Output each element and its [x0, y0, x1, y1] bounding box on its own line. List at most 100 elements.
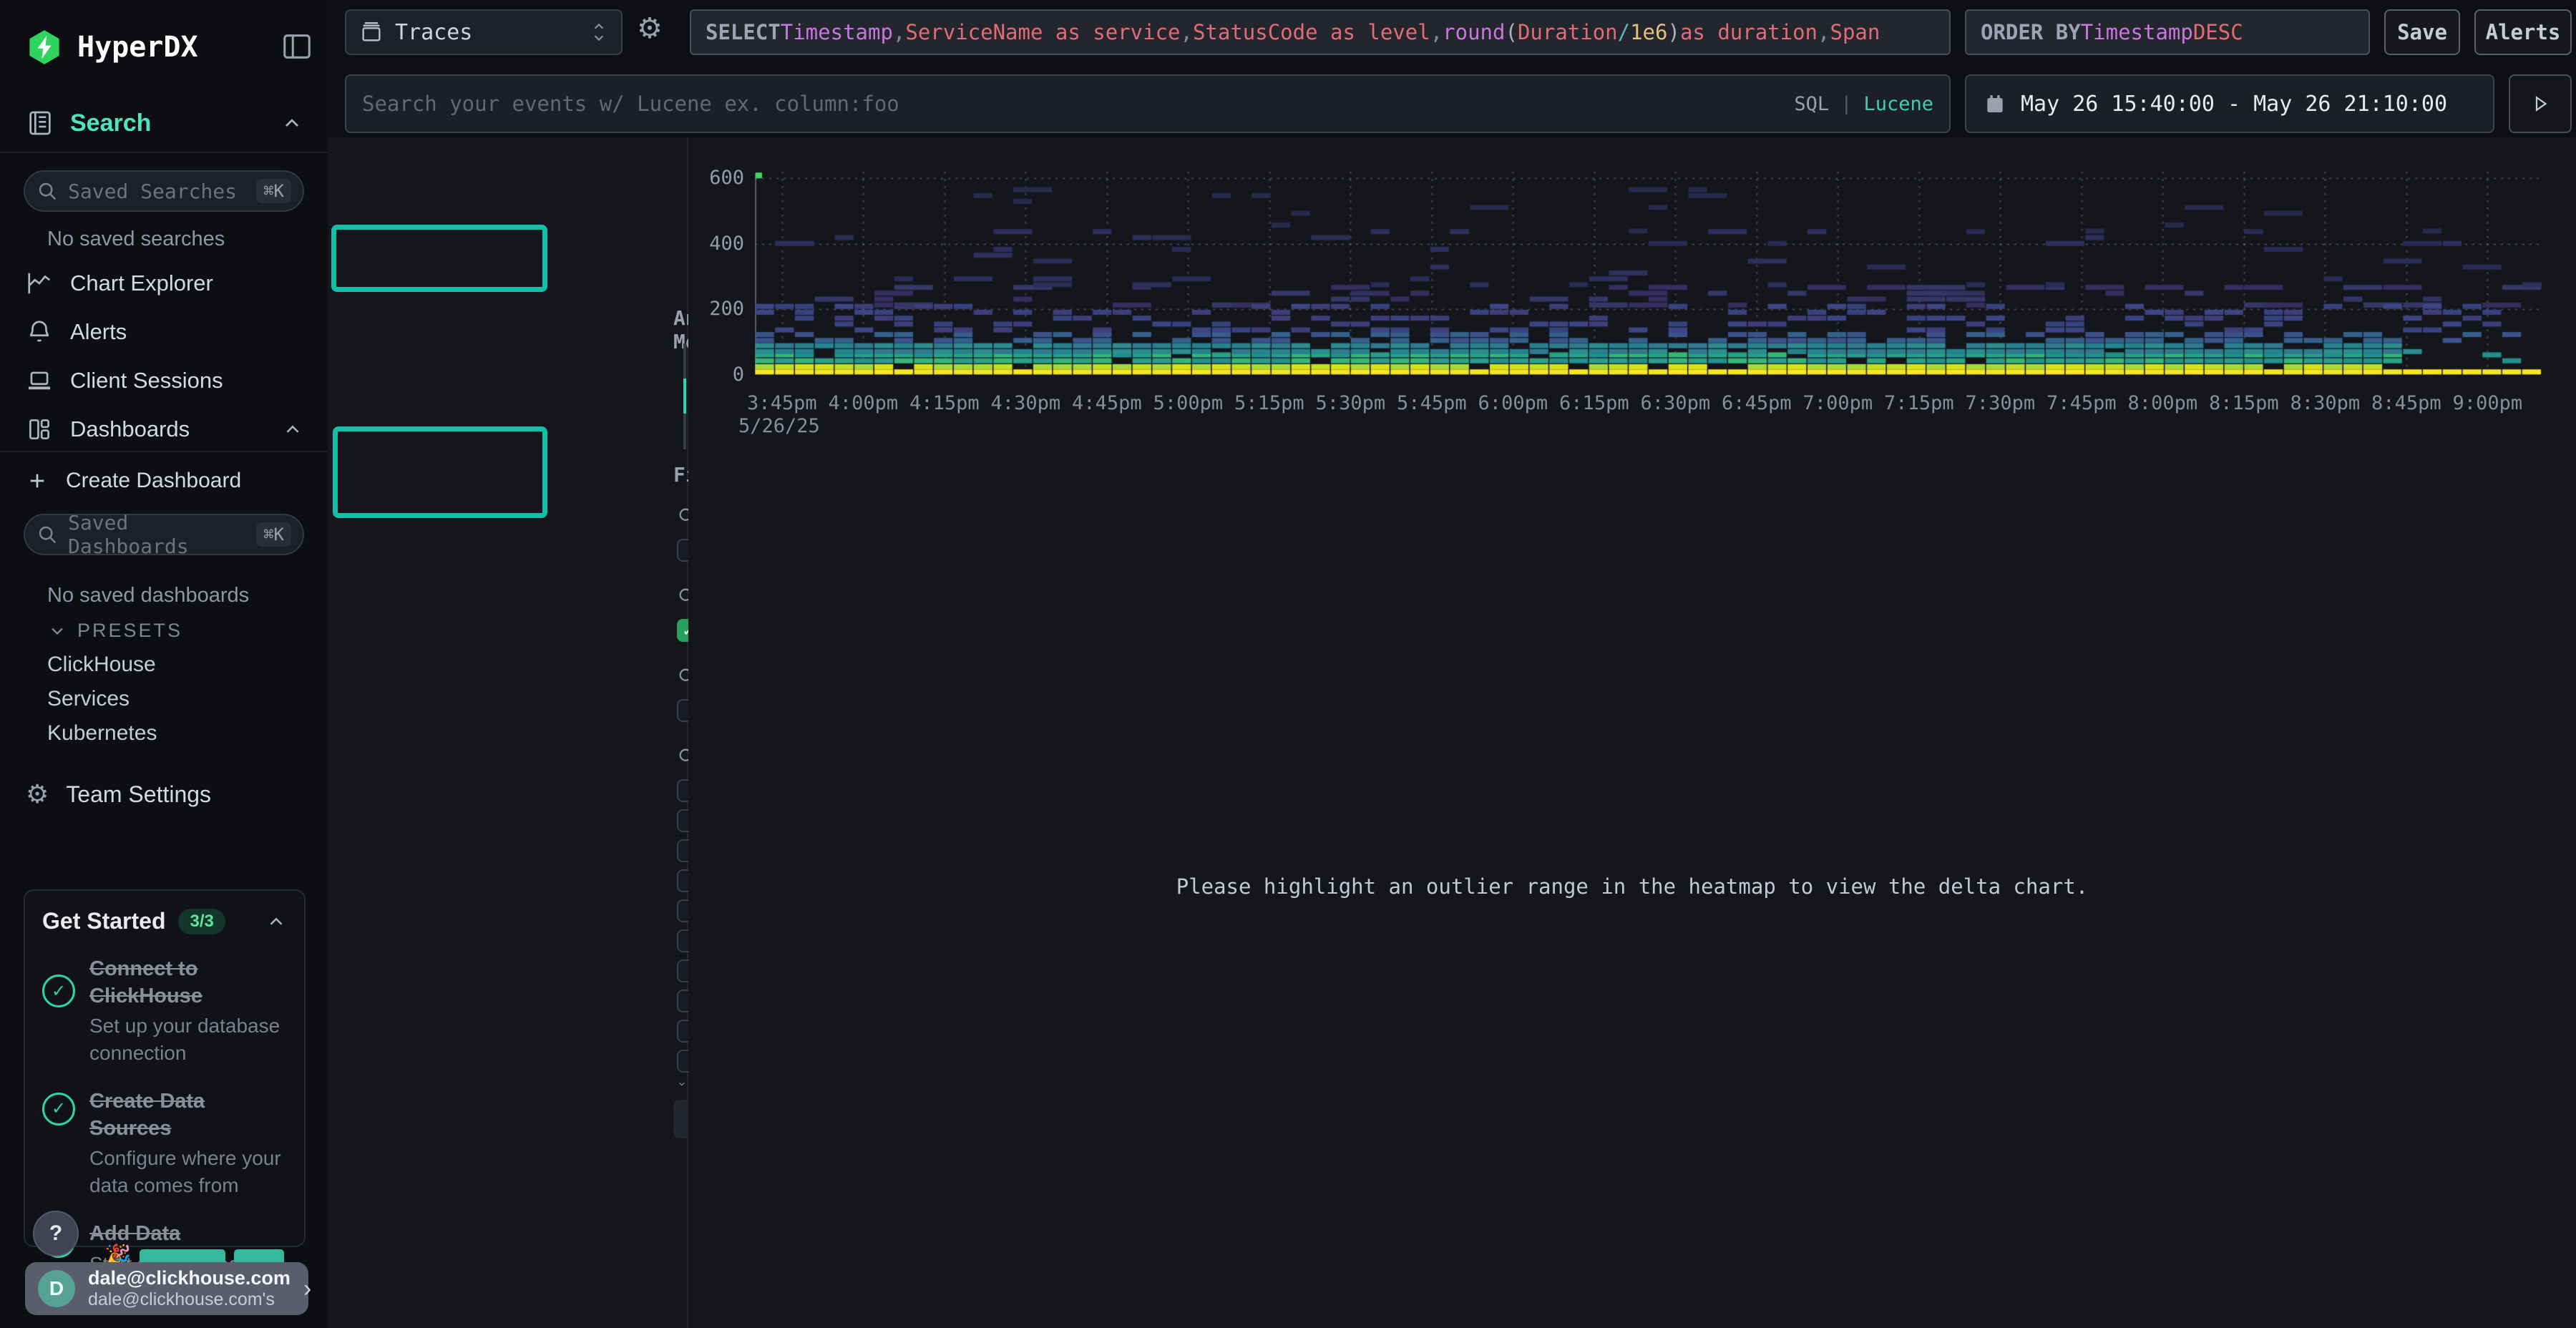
run-query-button[interactable]: [2509, 74, 2572, 133]
user-menu[interactable]: D dale@clickhouse.com dale@clickhouse.co…: [25, 1262, 308, 1315]
sidebar-item-chart-explorer[interactable]: Chart Explorer: [26, 266, 303, 301]
chart-line-icon: [26, 270, 53, 297]
chart-panel: 0200400600 3:45pm4:00pm4:15pm4:30pm4:45p…: [688, 137, 2576, 1328]
x-axis-tick-label: 8:45pm: [2371, 392, 2441, 414]
calendar-icon: [1984, 92, 2006, 116]
gs-item-title: Connect to ClickHouse: [89, 956, 287, 1010]
sql-token: DESC: [2193, 20, 2243, 44]
no-saved-dashboards-note: No saved dashboards: [47, 584, 249, 607]
date-range-value: May 26 15:40:00 - May 26 21:10:00: [2021, 92, 2447, 117]
sql-token: Duration: [1518, 20, 1618, 44]
save-button[interactable]: Save: [2384, 9, 2460, 55]
saved-dashboards-input[interactable]: Saved Dashboards ⌘K: [24, 514, 304, 555]
x-axis-tick-label: 4:15pm: [909, 392, 980, 414]
chevron-down-icon: [677, 1075, 687, 1093]
preset-kubernetes[interactable]: Kubernetes: [47, 721, 157, 746]
event-search-input[interactable]: Search your events w/ Lucene ex. column:…: [345, 74, 1951, 133]
x-axis-tick-label: 5:30pm: [1316, 392, 1386, 414]
source-select-value: Traces: [395, 20, 578, 45]
alerts-button[interactable]: Alerts: [2474, 9, 2572, 55]
gs-item-title: Create Data Sources: [89, 1088, 287, 1142]
shortcut-badge: ⌘K: [256, 179, 291, 203]
bell-icon: [26, 318, 53, 346]
sidebar-item-alerts[interactable]: Alerts: [26, 315, 303, 349]
y-axis-tick-label: 200: [694, 298, 744, 320]
saved-searches-placeholder: Saved Searches: [68, 180, 246, 203]
x-axis-tick-label: 8:30pm: [2290, 392, 2361, 414]
source-select[interactable]: Traces: [345, 9, 623, 55]
search-icon: [36, 180, 58, 202]
heatmap-canvas[interactable]: [755, 172, 2542, 375]
sidebar-item-search[interactable]: Search: [26, 109, 303, 137]
hyperdx-logo-icon: [26, 29, 63, 66]
chevron-up-icon[interactable]: [265, 911, 287, 932]
x-axis-tick-label: 3:45pm: [747, 392, 817, 414]
layout-grid-icon: [26, 416, 53, 443]
sidebar-item-client-sessions[interactable]: Client Sessions: [26, 363, 303, 398]
sql-mode-toggle[interactable]: SQL: [1794, 93, 1829, 115]
x-axis-tick-label: 4:30pm: [991, 392, 1061, 414]
sql-token: 1e6: [1630, 20, 1667, 44]
sql-token: /: [1618, 20, 1630, 44]
preset-services[interactable]: Services: [47, 687, 130, 711]
top-toolbar: Traces ⚙ SELECT Timestamp, ServiceName a…: [328, 0, 2576, 137]
avatar: D: [38, 1270, 75, 1307]
get-started-item[interactable]: ✓ Create Data Sources Configure where yo…: [42, 1088, 287, 1199]
sql-token: Timestamp: [2081, 20, 2193, 44]
x-axis-tick-label: 6:30pm: [1641, 392, 1711, 414]
saved-dashboards-placeholder: Saved Dashboards: [68, 511, 246, 558]
get-started-title: Get Started: [42, 908, 165, 934]
create-dashboard-label: Create Dashboard: [66, 469, 241, 493]
chevron-updown-icon: [590, 20, 608, 44]
saved-searches-input[interactable]: Saved Searches ⌘K: [24, 170, 304, 212]
sql-token: ServiceName as service: [905, 20, 1180, 44]
divider: [0, 152, 328, 153]
help-button[interactable]: ?: [33, 1211, 79, 1256]
sql-token: Timestamp: [781, 20, 893, 44]
nav-label: Client Sessions: [70, 368, 223, 394]
date-range-picker[interactable]: May 26 15:40:00 - May 26 21:10:00: [1965, 74, 2494, 133]
get-started-item[interactable]: ✓ Connect to ClickHouse Set up your data…: [42, 956, 287, 1067]
presets-label: PRESETS: [77, 620, 182, 642]
chevron-up-icon: [282, 419, 303, 440]
archive-box-icon: [359, 20, 384, 44]
preset-clickhouse[interactable]: ClickHouse: [47, 653, 156, 677]
x-axis-tick-label: 6:00pm: [1478, 392, 1548, 414]
sidebar-item-dashboards[interactable]: Dashboards: [26, 412, 303, 446]
x-axis-tick-label: 7:45pm: [2046, 392, 2117, 414]
user-team: dale@clickhouse.com's: [88, 1289, 275, 1309]
app-title: HyperDX: [77, 31, 198, 64]
laptop-icon: [26, 367, 53, 394]
chevron-right-icon: ›: [303, 1275, 311, 1303]
sql-token: ORDER BY: [1981, 20, 2081, 44]
team-settings-label: Team Settings: [66, 781, 211, 808]
get-started-badge: 3/3: [178, 909, 225, 934]
search-icon: [36, 524, 58, 545]
lucene-mode-toggle[interactable]: Lucene: [1863, 93, 1933, 115]
team-settings-button[interactable]: ⚙ Team Settings: [26, 777, 303, 811]
sql-token: StatusCode as level: [1193, 20, 1430, 44]
nav-label: Alerts: [70, 319, 127, 345]
create-dashboard-button[interactable]: Create Dashboard: [26, 464, 303, 498]
sql-select-input[interactable]: SELECT Timestamp, ServiceName as service…: [690, 9, 1951, 55]
app-logo[interactable]: HyperDX: [26, 27, 198, 67]
collapse-sidebar-icon[interactable]: [280, 30, 313, 63]
nav-label: Dashboards: [70, 416, 190, 442]
delta-chart-empty-message: Please highlight an outlier range in the…: [688, 874, 2576, 899]
x-axis-tick-label: 4:45pm: [1072, 392, 1142, 414]
chevron-up-icon: [280, 112, 303, 135]
gs-item-desc: Configure where your data comes from: [89, 1145, 287, 1199]
divider: [0, 451, 328, 452]
plus-icon: [26, 469, 49, 492]
active-mode-indicator: [683, 379, 686, 414]
presets-toggle[interactable]: PRESETS: [47, 620, 182, 642]
source-settings-gear-icon[interactable]: ⚙: [637, 14, 663, 43]
sql-orderby-input[interactable]: ORDER BY Timestamp DESC: [1965, 9, 2370, 55]
no-saved-searches-note: No saved searches: [47, 228, 225, 251]
x-axis-tick-label: 9:00pm: [2453, 392, 2523, 414]
x-axis-tick-label: 7:00pm: [1803, 392, 1873, 414]
sql-token: ,: [1180, 20, 1192, 44]
y-axis-tick-label: 0: [694, 363, 744, 386]
search-book-icon: [26, 109, 54, 137]
x-axis-tick-label: 5:15pm: [1234, 392, 1304, 414]
